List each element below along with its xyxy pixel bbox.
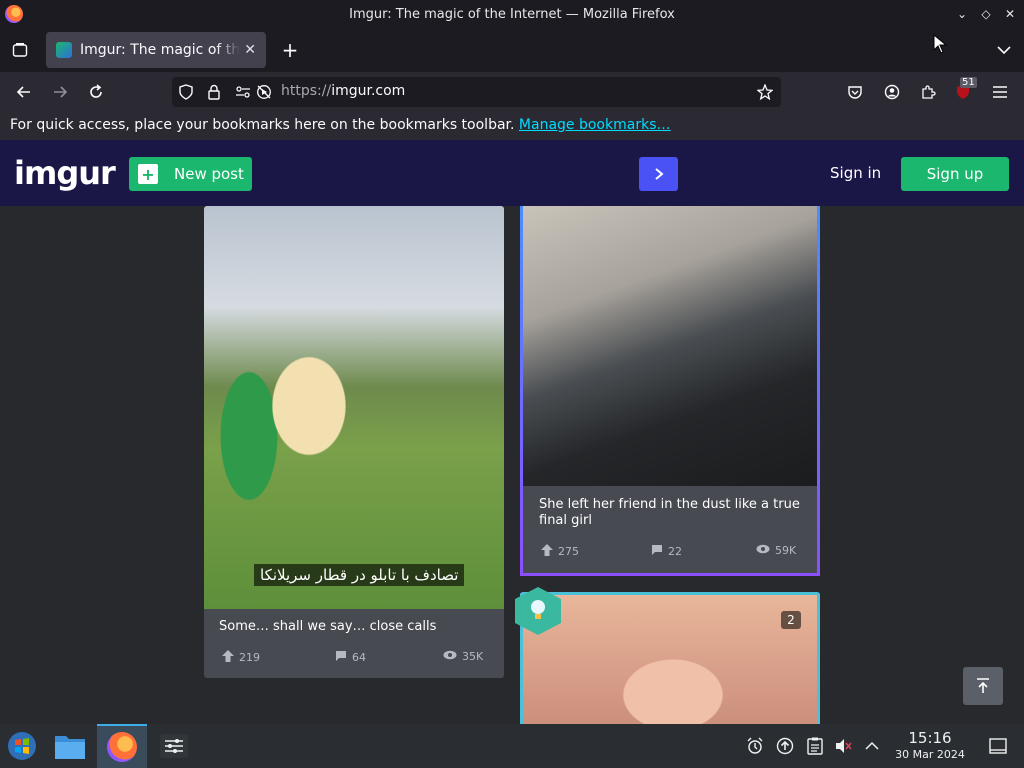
menu-hamburger-icon[interactable]: [990, 82, 1010, 102]
post-card[interactable]: She left her friend in the dust like a t…: [520, 206, 820, 576]
back-arrow-icon: [16, 86, 30, 98]
new-post-label: New post: [174, 165, 244, 183]
post-title[interactable]: She left her friend in the dust like a t…: [539, 497, 804, 529]
maximize-icon[interactable]: ◇: [978, 6, 994, 22]
close-window-icon[interactable]: ✕: [1002, 6, 1018, 22]
comment-icon: [651, 544, 663, 559]
upvote-arrow-icon: [541, 544, 553, 559]
video-subtitle: تصادف با تابلو در قطار سریلانکا: [254, 564, 465, 586]
post-image[interactable]: [523, 206, 817, 486]
tab-strip: Imgur: The magic of the Internet ✕ +: [0, 28, 1024, 72]
imgur-favicon-icon: [56, 42, 72, 58]
system-tray-chevron-up-icon[interactable]: [861, 724, 883, 768]
reload-icon: [90, 84, 102, 98]
comment-count[interactable]: 22: [651, 544, 682, 559]
clipboard-icon[interactable]: [804, 724, 826, 768]
bookmarks-toolbar: For quick access, place your bookmarks h…: [0, 112, 1024, 140]
permissions-icon[interactable]: [234, 84, 252, 100]
back-button[interactable]: [12, 80, 36, 104]
window-title: Imgur: The magic of the Internet — Mozil…: [349, 6, 675, 22]
firefox-view-button[interactable]: [8, 38, 32, 62]
imgur-header: imgur + New post Sign in Sign up: [0, 140, 1024, 206]
post-feed: تصادف با تابلو در قطار سریلانکا Some… sh…: [0, 206, 1024, 724]
firefox-icon: [5, 5, 23, 23]
arrow-up-to-top-icon: [977, 678, 989, 693]
tab-label: Imgur: The magic of the Internet: [80, 42, 240, 58]
upvote-arrow-icon: [222, 650, 234, 665]
show-desktop-button[interactable]: [986, 724, 1010, 768]
view-count: 59K: [756, 544, 796, 557]
manage-bookmarks-link[interactable]: Manage bookmarks…: [519, 117, 671, 133]
lock-icon[interactable]: [206, 84, 222, 100]
bookmarks-hint: For quick access, place your bookmarks h…: [10, 117, 519, 133]
new-post-button[interactable]: + New post: [129, 157, 252, 191]
upvote-count[interactable]: 219: [222, 650, 260, 665]
list-tabs-chevron-down-icon[interactable]: [992, 38, 1016, 62]
reload-button[interactable]: [84, 80, 108, 104]
bookmark-star-icon[interactable]: [756, 84, 774, 100]
extension-badge: 51: [960, 77, 977, 88]
firefox-taskbar-button[interactable]: [97, 724, 147, 768]
view-count: 35K: [443, 650, 483, 663]
new-tab-button[interactable]: +: [278, 38, 302, 62]
tab-imgur[interactable]: Imgur: The magic of the Internet ✕: [46, 32, 266, 68]
show-desktop-icon: [989, 738, 1007, 754]
url-protocol: https://: [281, 83, 332, 99]
extensions-puzzle-icon[interactable]: [918, 82, 938, 102]
pocket-icon[interactable]: [845, 82, 865, 102]
post-image[interactable]: [523, 595, 817, 724]
upvote-count[interactable]: 275: [541, 544, 579, 559]
sign-in-link[interactable]: Sign in: [830, 164, 881, 182]
firefox-icon: [107, 732, 137, 762]
start-menu-button[interactable]: [2, 724, 42, 768]
sliders-icon: [160, 734, 188, 758]
chevron-right-icon: [654, 168, 664, 180]
autoplay-blocked-icon[interactable]: [255, 84, 273, 100]
next-arrow-button[interactable]: [639, 157, 678, 191]
tab-close-icon[interactable]: ✕: [244, 42, 256, 58]
url-bar[interactable]: https://imgur.com: [172, 77, 781, 107]
plus-icon: +: [138, 164, 158, 184]
clock-time: 15:16: [908, 729, 952, 747]
sign-up-button[interactable]: Sign up: [901, 157, 1009, 191]
post-title[interactable]: Some… shall we say… close calls: [219, 619, 489, 635]
comment-count[interactable]: 64: [335, 650, 366, 665]
post-image[interactable]: [204, 206, 504, 609]
url-host: imgur.com: [331, 83, 406, 99]
account-icon[interactable]: [882, 82, 902, 102]
url-text[interactable]: https://imgur.com: [281, 83, 405, 99]
settings-taskbar-button[interactable]: [154, 724, 194, 768]
eye-icon: [443, 650, 457, 663]
mouse-cursor-icon: [930, 32, 950, 56]
screen: Imgur: The magic of the Internet — Mozil…: [0, 0, 1024, 768]
window-titlebar: Imgur: The magic of the Internet — Mozil…: [0, 0, 1024, 28]
updates-icon[interactable]: [774, 724, 796, 768]
minimize-icon[interactable]: ⌄: [954, 6, 970, 22]
scroll-to-top-button[interactable]: [963, 667, 1003, 705]
imgur-logo[interactable]: imgur: [14, 154, 116, 192]
clock-date: 30 Mar 2024: [895, 748, 965, 761]
folder-icon: [55, 736, 85, 759]
file-manager-button[interactable]: [50, 724, 90, 768]
volume-muted-icon[interactable]: [833, 724, 855, 768]
post-card[interactable]: 2: [520, 592, 820, 724]
start-menu-icon: [8, 732, 36, 760]
forward-arrow-icon: [54, 86, 68, 98]
image-count-badge: 2: [781, 611, 801, 629]
tracking-shield-icon[interactable]: [178, 84, 194, 100]
taskbar-clock[interactable]: 15:16 30 Mar 2024: [890, 730, 970, 762]
eye-icon: [756, 544, 770, 557]
navigation-toolbar: https://imgur.com 51: [0, 72, 1024, 112]
ublock-extension-icon[interactable]: 51: [953, 77, 977, 102]
taskbar: 15:16 30 Mar 2024: [0, 724, 1024, 768]
firefox-view-icon: [12, 43, 28, 57]
forward-button[interactable]: [48, 80, 72, 104]
alarm-icon[interactable]: [744, 724, 766, 768]
comment-icon: [335, 650, 347, 665]
post-card[interactable]: تصادف با تابلو در قطار سریلانکا Some… sh…: [204, 206, 504, 678]
